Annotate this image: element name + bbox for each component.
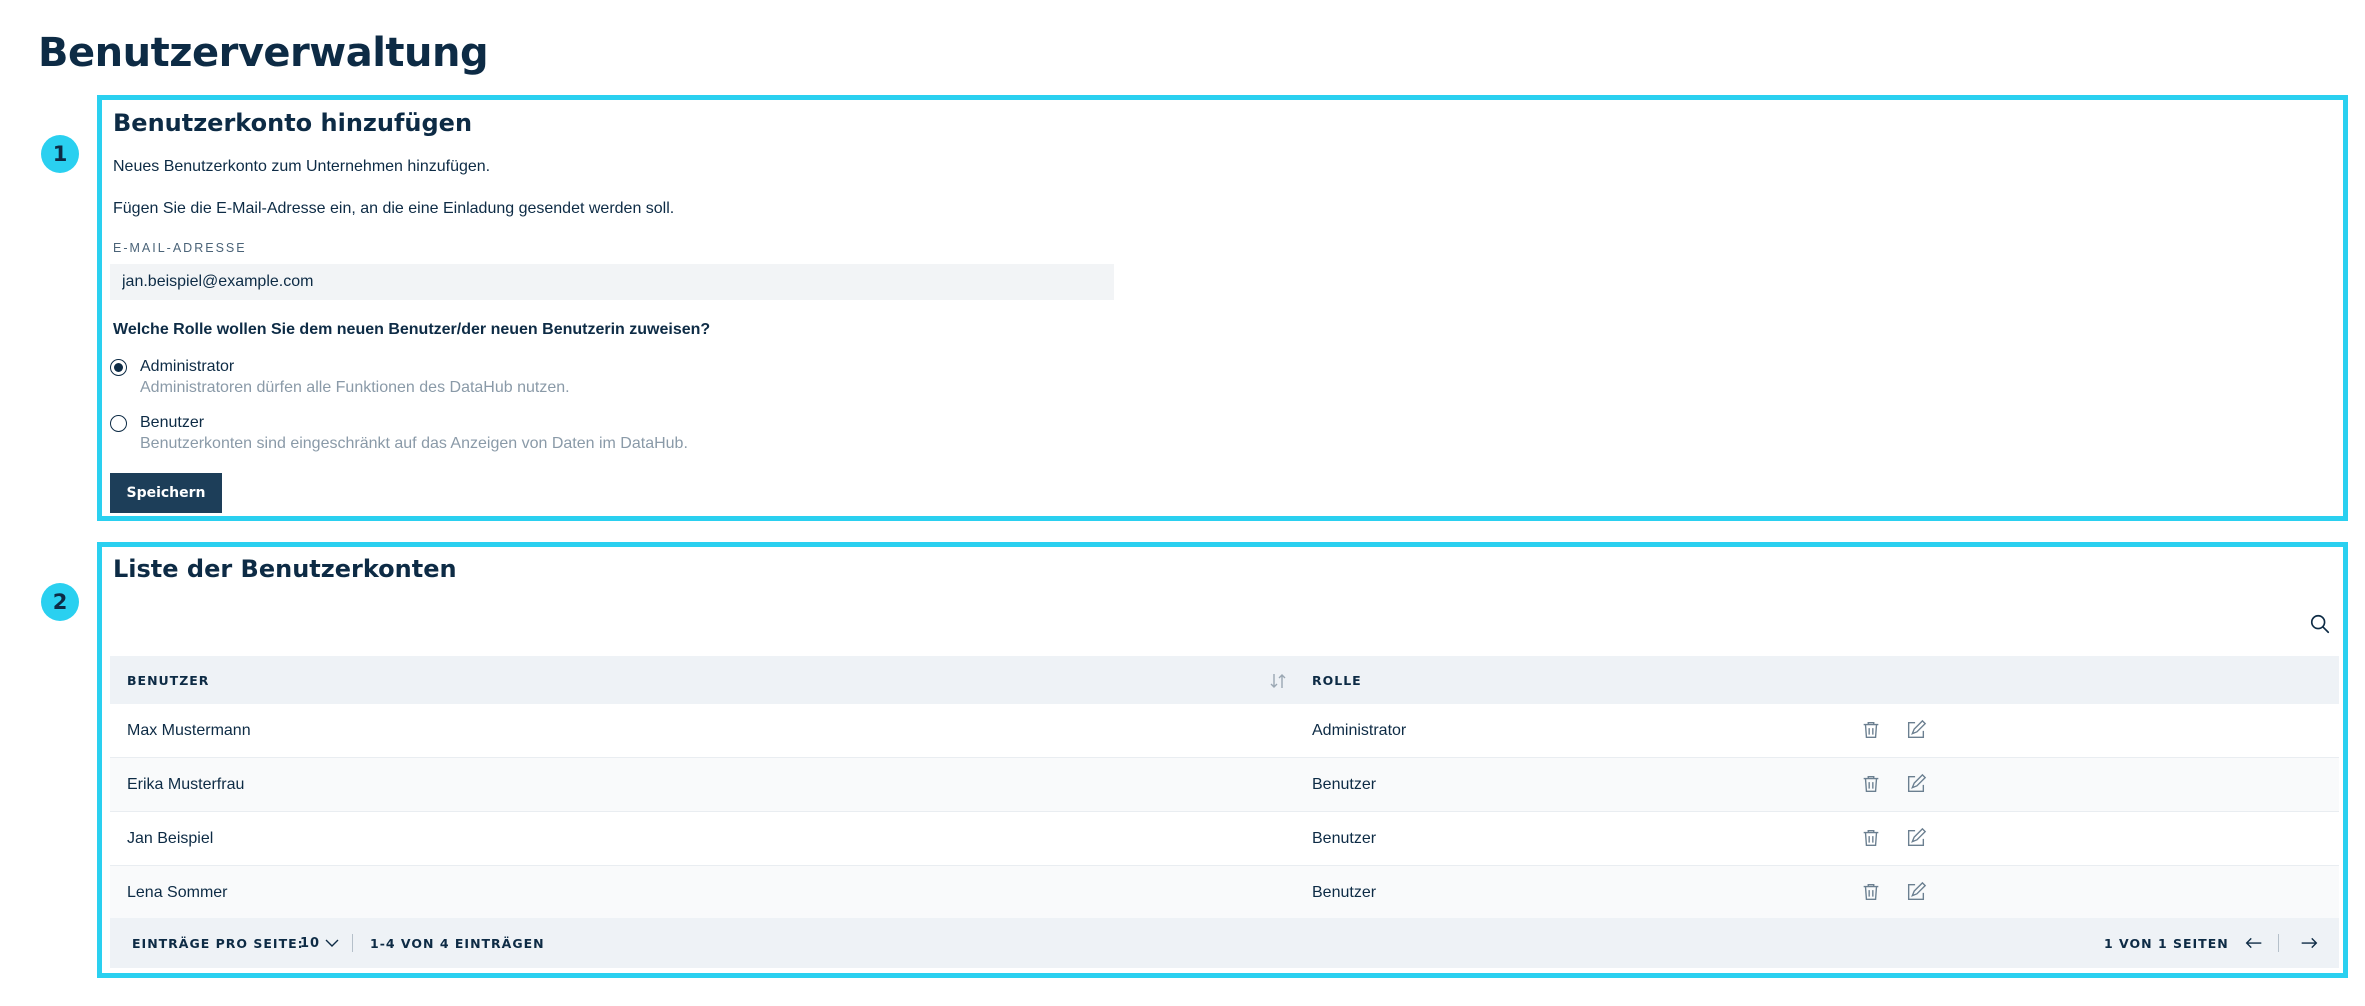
arrow-right-icon[interactable] (2298, 932, 2320, 954)
radio-selected-dot (114, 363, 123, 372)
cell-role: Benutzer (1312, 883, 1377, 901)
table-row: Erika Musterfrau Benutzer (110, 758, 2339, 812)
divider (2278, 934, 2279, 952)
add-account-description: Neues Benutzerkonto zum Unternehmen hinz… (113, 158, 491, 175)
trash-icon[interactable] (1860, 881, 1882, 903)
cell-role: Benutzer (1312, 829, 1377, 847)
cell-role: Administrator (1312, 721, 1407, 739)
role-label-administrator: Administrator (140, 358, 235, 375)
cell-user: Lena Sommer (127, 883, 228, 901)
column-header-user[interactable]: BENUTZER (127, 673, 209, 688)
table-row: Max Mustermann Administrator (110, 704, 2339, 758)
table-row: Lena Sommer Benutzer (110, 866, 2339, 920)
add-account-title: Benutzerkonto hinzufügen (113, 109, 473, 137)
cell-user: Jan Beispiel (127, 829, 214, 847)
cell-role: Benutzer (1312, 775, 1377, 793)
step-marker-1: 1 (41, 135, 79, 173)
entries-range: 1-4 VON 4 EINTRÄGEN (370, 935, 545, 951)
pagination-bar: EINTRÄGE PRO SEITE: 10 1-4 VON 4 EINTRÄG… (110, 918, 2339, 968)
role-option-administrator[interactable]: Administrator Administratoren dürfen all… (110, 357, 570, 399)
edit-icon[interactable] (1905, 881, 1927, 903)
table-header: BENUTZER ROLLE (110, 656, 2339, 704)
edit-icon[interactable] (1905, 773, 1927, 795)
per-page-value: 10 (300, 935, 321, 951)
trash-icon[interactable] (1860, 773, 1882, 795)
edit-icon[interactable] (1905, 719, 1927, 741)
column-header-role: ROLLE (1312, 672, 1362, 688)
role-description-benutzer: Benutzerkonten sind eingeschränkt auf da… (140, 435, 688, 452)
step-marker-2: 2 (41, 583, 79, 621)
divider (352, 934, 353, 952)
role-description-administrator: Administratoren dürfen alle Funktionen d… (140, 379, 570, 396)
sort-icon[interactable] (1268, 671, 1288, 691)
add-account-panel: Benutzerkonto hinzufügen Neues Benutzerk… (97, 95, 2348, 521)
radio-benutzer[interactable] (110, 415, 127, 432)
page-count: 1 VON 1 SEITEN (2104, 935, 2229, 951)
cell-user: Max Mustermann (127, 721, 251, 739)
role-option-benutzer[interactable]: Benutzer Benutzerkonten sind eingeschrän… (110, 413, 688, 455)
page-title: Benutzerverwaltung (38, 30, 489, 76)
edit-icon[interactable] (1905, 827, 1927, 849)
per-page-label: EINTRÄGE PRO SEITE: (132, 935, 304, 951)
add-account-instruction: Fügen Sie die E-Mail-Adresse ein, an die… (113, 200, 675, 217)
table-row: Jan Beispiel Benutzer (110, 812, 2339, 866)
search-icon[interactable] (2309, 613, 2331, 635)
radio-administrator[interactable] (110, 359, 127, 376)
accounts-table: BENUTZER ROLLE Max Mustermann Administra… (110, 656, 2339, 920)
per-page-select[interactable]: 10 (300, 936, 340, 951)
trash-icon[interactable] (1860, 827, 1882, 849)
role-label-benutzer: Benutzer (140, 414, 205, 431)
role-question: Welche Rolle wollen Sie dem neuen Benutz… (113, 321, 711, 338)
trash-icon[interactable] (1860, 719, 1882, 741)
arrow-left-icon[interactable] (2243, 932, 2265, 954)
save-button[interactable]: Speichern (110, 473, 222, 513)
email-field[interactable] (110, 264, 1114, 300)
cell-user: Erika Musterfrau (127, 775, 245, 793)
email-label: E-MAIL-ADRESSE (113, 241, 247, 255)
account-list-panel: Liste der Benutzerkonten BENUTZER ROLLE … (97, 542, 2348, 978)
chevron-down-icon (325, 939, 339, 947)
account-list-title: Liste der Benutzerkonten (113, 555, 457, 583)
